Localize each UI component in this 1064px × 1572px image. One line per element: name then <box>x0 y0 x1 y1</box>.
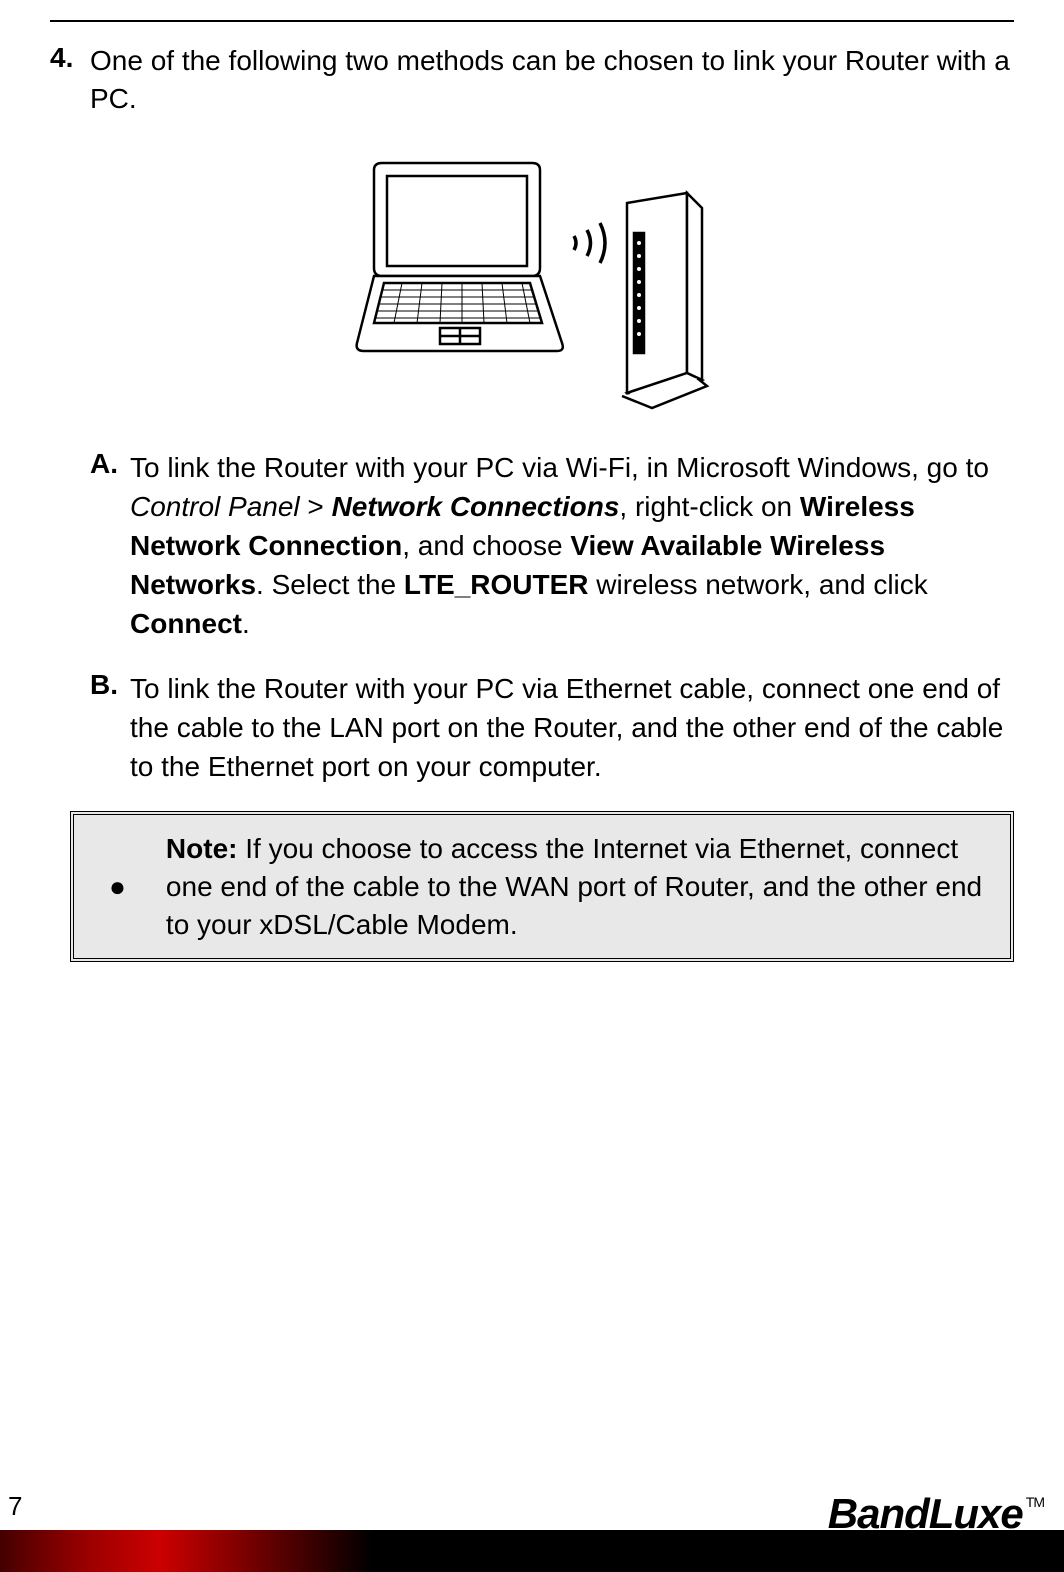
substep-b-letter: B. <box>90 669 130 787</box>
note-body: If you choose to access the Internet via… <box>166 833 982 940</box>
main-content: 4. One of the following two methods can … <box>0 32 1064 982</box>
text-part: wireless network, and click <box>589 569 928 600</box>
laptop-router-illustration <box>352 148 712 418</box>
top-rule <box>50 20 1014 22</box>
router-name-label: LTE_ROUTER <box>404 569 589 600</box>
substep-a: A. To link the Router with your PC via W… <box>90 448 1014 644</box>
text-part: . <box>242 608 250 639</box>
note-label: Note: <box>166 833 238 864</box>
footer-bar <box>0 1530 1064 1572</box>
trademark-symbol: TM <box>1026 1494 1044 1510</box>
note-text: Note: If you choose to access the Intern… <box>166 830 985 943</box>
step-text: One of the following two methods can be … <box>90 42 1014 118</box>
illustration <box>50 148 1014 418</box>
note-box: ● Note: If you choose to access the Inte… <box>70 811 1014 962</box>
network-connections-label: Network Connections <box>332 491 620 522</box>
note-bullet: ● <box>109 871 126 903</box>
text-part: To link the Router with your PC via Wi-F… <box>130 452 989 483</box>
text-part: . Select the <box>256 569 404 600</box>
connect-label: Connect <box>130 608 242 639</box>
text-part: , right-click on <box>619 491 800 522</box>
control-panel-label: Control Panel <box>130 491 300 522</box>
footer: 7 BandLuxe TM <box>0 1491 1064 1572</box>
substep-a-letter: A. <box>90 448 130 644</box>
substep-b-text: To link the Router with your PC via Ethe… <box>130 669 1014 787</box>
substep-a-text: To link the Router with your PC via Wi-F… <box>130 448 1014 644</box>
sub-steps: A. To link the Router with your PC via W… <box>90 448 1014 787</box>
text-part: , and choose <box>402 530 570 561</box>
text-part: > <box>300 491 332 522</box>
step-4: 4. One of the following two methods can … <box>50 42 1014 118</box>
step-number: 4. <box>50 42 90 118</box>
substep-b: B. To link the Router with your PC via E… <box>90 669 1014 787</box>
